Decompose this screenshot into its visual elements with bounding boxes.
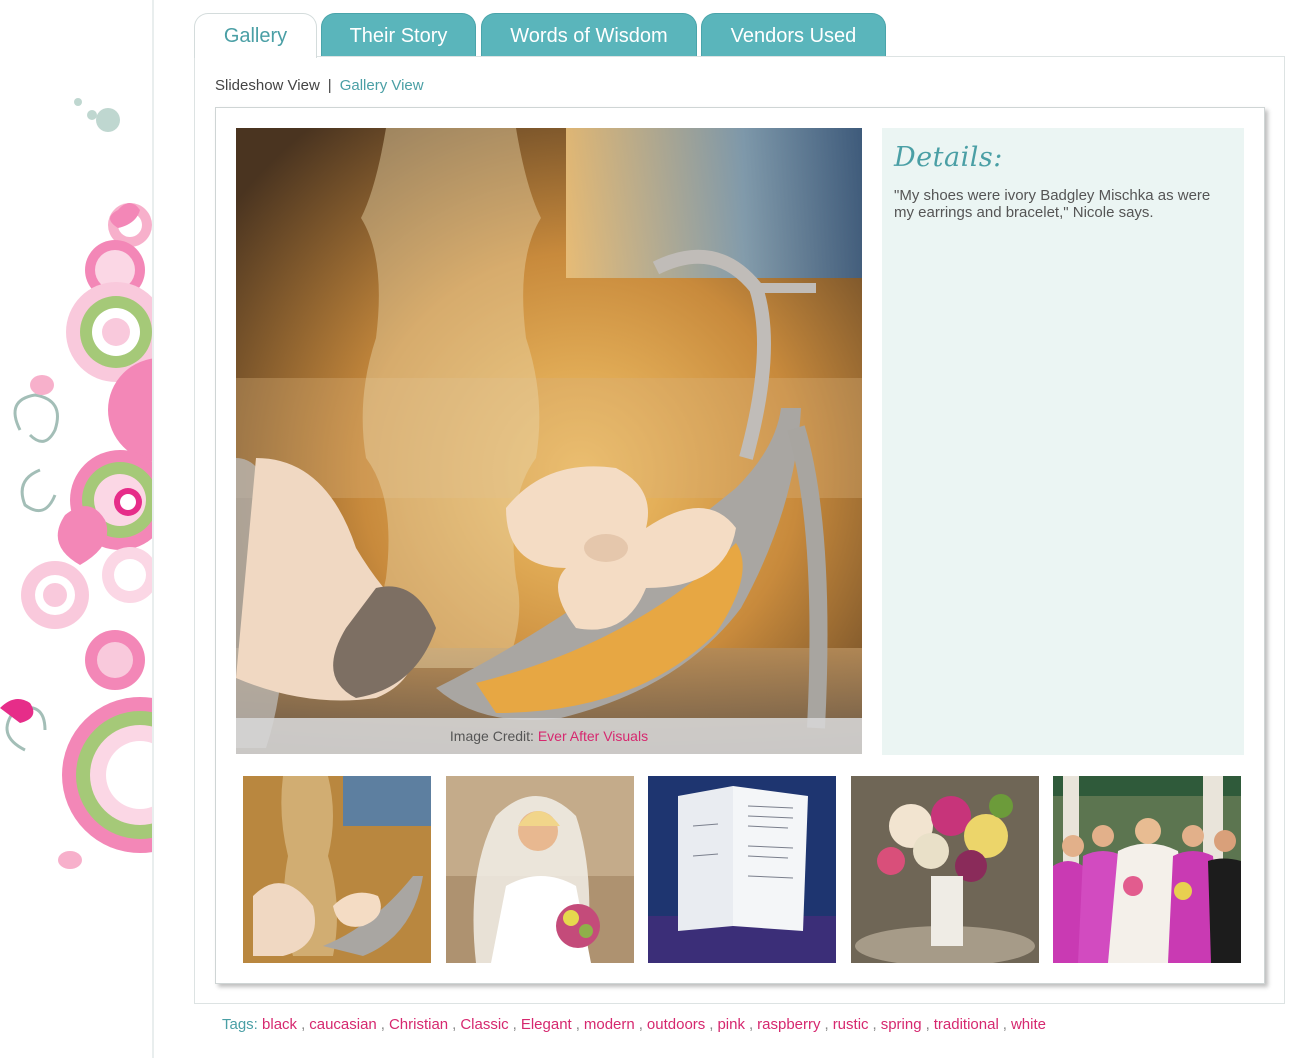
tag-link[interactable]: caucasian	[309, 1016, 377, 1033]
swirl-ornament	[0, 98, 152, 869]
tag-list: black, caucasian, Christian, Classic, Elegan…	[262, 1016, 1046, 1033]
image-credit: Image Credit: Ever After Visuals	[236, 718, 862, 754]
tag-separator: ,	[575, 1016, 580, 1033]
tag-link[interactable]: Elegant	[521, 1016, 572, 1033]
tag-link[interactable]: Classic	[460, 1016, 508, 1033]
tag-separator: ,	[512, 1016, 517, 1033]
tag-link[interactable]: black	[262, 1016, 297, 1033]
tab-their-story[interactable]: Their Story	[321, 13, 476, 57]
tag-link[interactable]: spring	[881, 1016, 922, 1033]
bouquet-thumbnail[interactable]	[851, 776, 1039, 963]
tag-separator: ,	[824, 1016, 829, 1033]
tag-separator: ,	[452, 1016, 457, 1033]
bridesmaids-thumbnail[interactable]	[1053, 776, 1241, 963]
tag-separator: ,	[1002, 1016, 1007, 1033]
slideshow-view-link[interactable]: Slideshow View	[215, 77, 320, 94]
gallery-view-link[interactable]: Gallery View	[340, 77, 424, 94]
details-panel: Details: "My shoes were ivory Badgley Mi…	[882, 128, 1244, 755]
tag-separator: ,	[748, 1016, 754, 1033]
view-separator: |	[327, 77, 332, 94]
details-text: "My shoes were ivory Badgley Mischka as …	[894, 187, 1211, 221]
image-credit-link[interactable]: Ever After Visuals	[538, 728, 648, 744]
details-heading: Details:	[894, 142, 1003, 173]
tags-line: Tags: black, caucasian, Christian, Classic,…	[222, 1016, 1046, 1033]
image-credit-label: Image Credit:	[449, 728, 534, 744]
tag-separator: ,	[380, 1016, 385, 1033]
tag-separator: ,	[872, 1016, 877, 1033]
tag-link[interactable]: rustic	[833, 1016, 869, 1033]
bride-thumbnail[interactable]	[446, 776, 634, 963]
tag-link[interactable]: Christian	[389, 1016, 448, 1033]
tag-link[interactable]: pink	[717, 1016, 745, 1033]
tab-vendors-used[interactable]: Vendors Used	[701, 13, 886, 57]
tag-separator: ,	[709, 1016, 714, 1033]
program-thumbnail[interactable]	[648, 776, 836, 963]
tag-link[interactable]: modern	[584, 1016, 635, 1033]
shoes-thumbnail[interactable]	[243, 776, 431, 963]
tab-words-of-wisdom[interactable]: Words of Wisdom	[481, 13, 697, 57]
tag-separator: ,	[638, 1016, 643, 1033]
tab-gallery[interactable]: Gallery	[194, 13, 317, 58]
tag-link[interactable]: raspberry	[757, 1016, 820, 1033]
tag-link[interactable]: white	[1011, 1016, 1046, 1033]
view-switcher: Slideshow View | Gallery View	[215, 77, 424, 94]
tags-label: Tags:	[222, 1016, 258, 1033]
tag-separator: ,	[925, 1016, 930, 1033]
tag-link[interactable]: traditional	[934, 1016, 999, 1033]
tag-separator: ,	[301, 1016, 306, 1033]
main-photo	[236, 128, 862, 754]
tag-link[interactable]: outdoors	[647, 1016, 705, 1033]
floral-decoration	[0, 0, 154, 1058]
